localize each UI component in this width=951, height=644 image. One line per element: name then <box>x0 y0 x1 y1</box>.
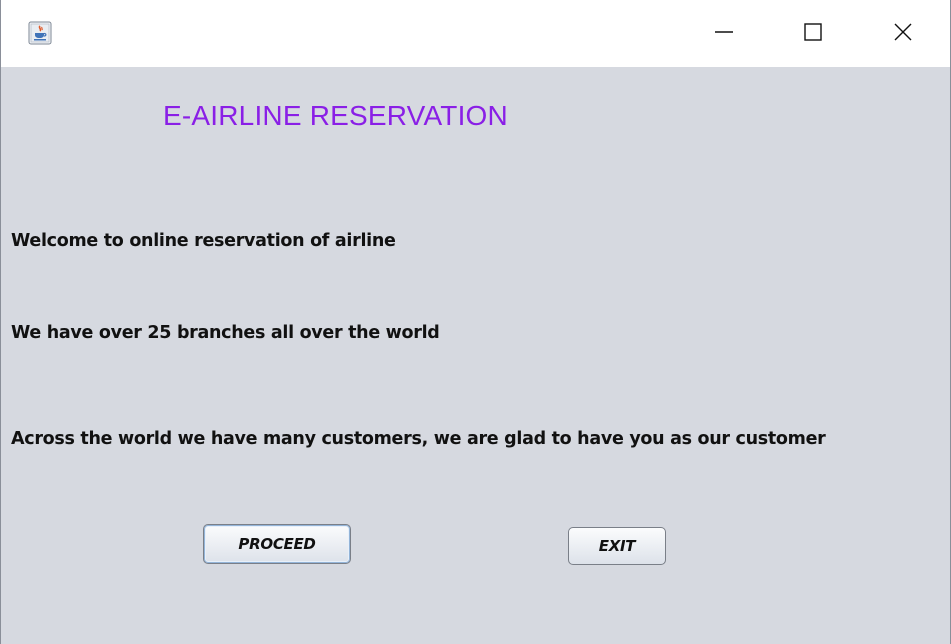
proceed-button[interactable]: PROCEED <box>203 524 351 564</box>
minimize-button[interactable] <box>701 12 747 56</box>
minimize-icon <box>714 22 734 47</box>
customers-text: Across the world we have many customers,… <box>11 429 826 449</box>
welcome-text: Welcome to online reservation of airline <box>11 231 396 251</box>
app-window: E-AIRLINE RESERVATION Welcome to online … <box>0 0 951 644</box>
maximize-button[interactable] <box>790 12 836 56</box>
page-title: E-AIRLINE RESERVATION <box>163 100 508 131</box>
maximize-icon <box>803 22 823 47</box>
branches-text: We have over 25 branches all over the wo… <box>11 323 440 343</box>
java-cup-icon[interactable] <box>28 21 52 45</box>
exit-button[interactable]: EXIT <box>568 527 666 565</box>
close-icon <box>893 22 913 47</box>
content-panel: E-AIRLINE RESERVATION Welcome to online … <box>1 67 950 644</box>
close-button[interactable] <box>880 12 926 56</box>
title-bar[interactable] <box>1 0 950 67</box>
